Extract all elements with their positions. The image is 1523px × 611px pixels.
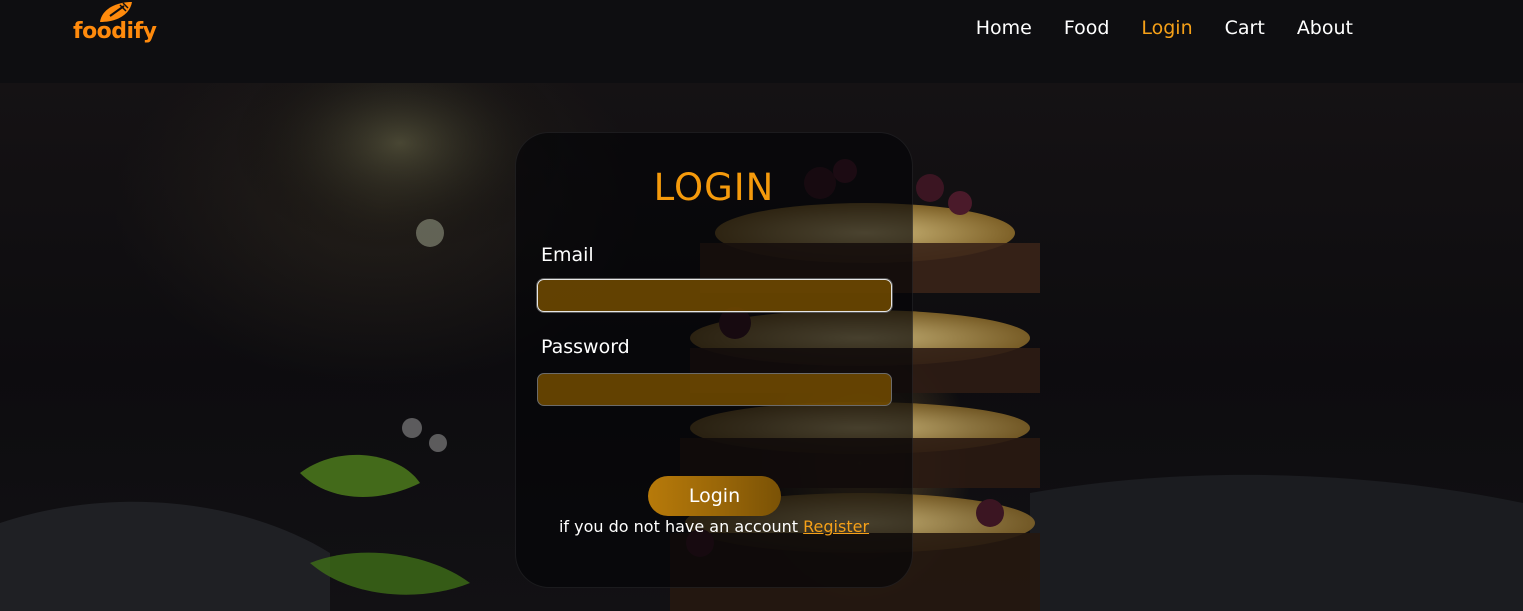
nav-cart[interactable]: Cart <box>1225 15 1265 41</box>
email-label: Email <box>541 244 594 266</box>
nav-food[interactable]: Food <box>1064 15 1110 41</box>
brand-name: foodify <box>73 19 157 44</box>
login-title: LOGIN <box>653 166 775 209</box>
nav-home[interactable]: Home <box>976 15 1032 41</box>
foodify-logo[interactable]: foodify <box>70 0 170 52</box>
nav-about[interactable]: About <box>1297 15 1353 41</box>
register-link[interactable]: Register <box>803 517 869 536</box>
main-nav: Home Food Login Cart About <box>944 15 1353 41</box>
register-prompt: if you do not have an account Register <box>516 517 912 536</box>
navbar: foodify Home Food Login Cart About <box>0 0 1523 83</box>
login-button[interactable]: Login <box>648 476 781 516</box>
email-field[interactable] <box>537 279 892 312</box>
password-field[interactable] <box>537 373 892 406</box>
nav-login[interactable]: Login <box>1141 15 1192 41</box>
password-label: Password <box>541 336 630 358</box>
login-card: LOGIN Email Password Login if you do not… <box>515 132 913 588</box>
register-prompt-text: if you do not have an account <box>558 517 799 536</box>
